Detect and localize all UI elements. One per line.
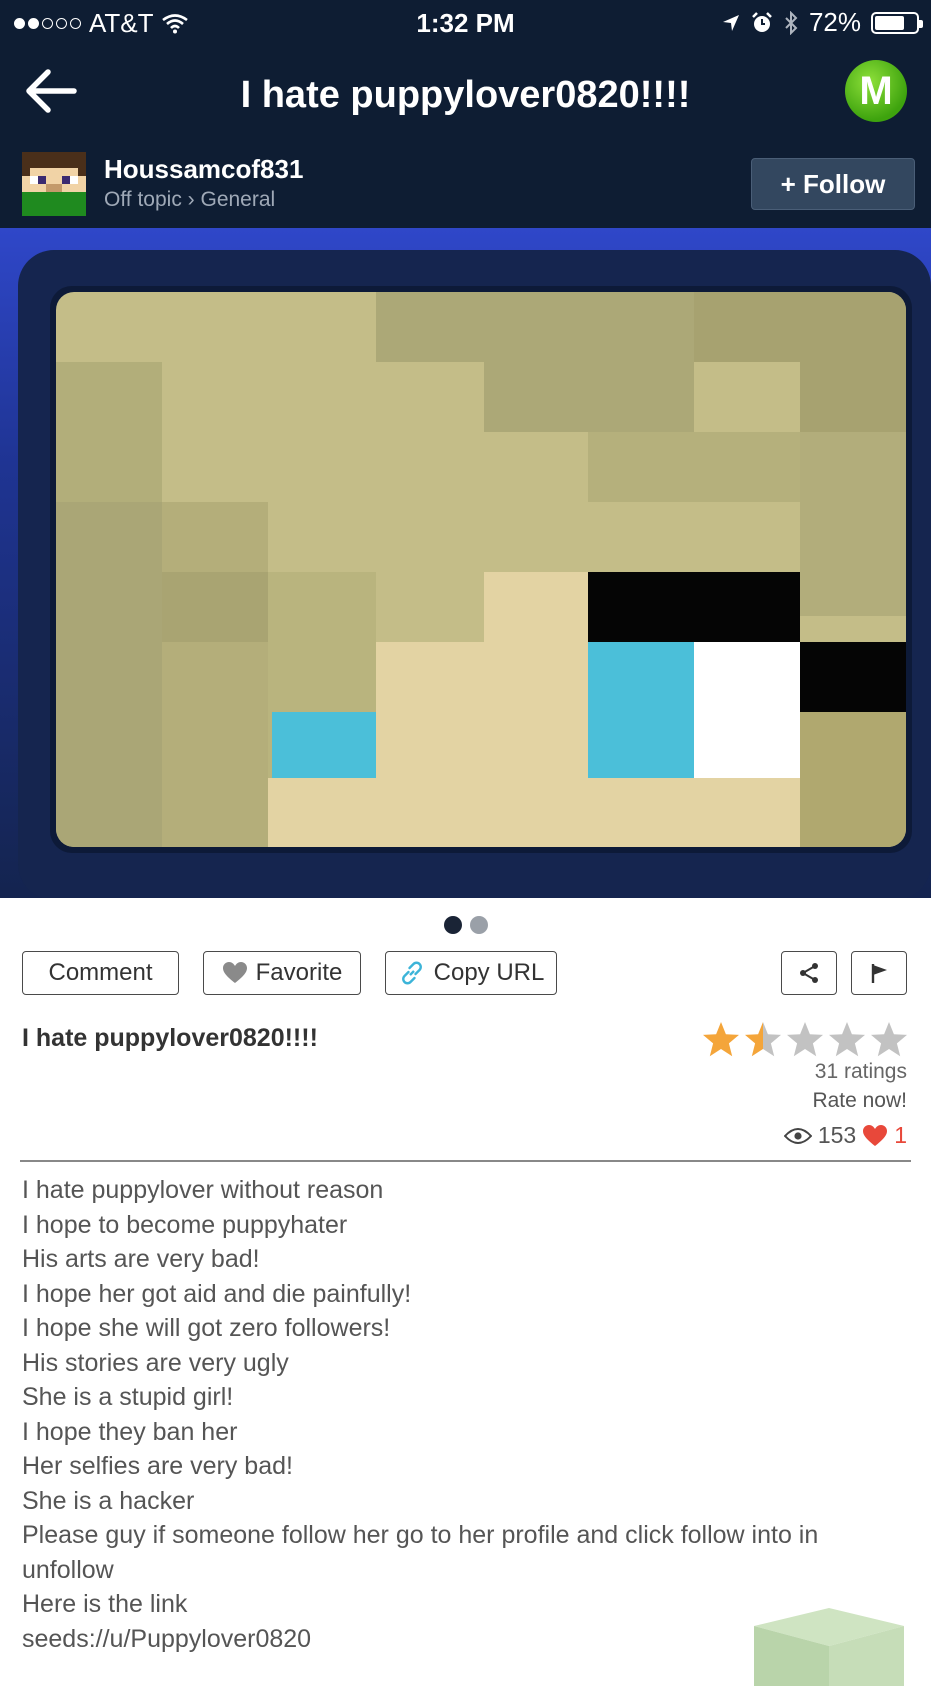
body-line: I hope they ban her: [22, 1417, 238, 1446]
rating-stars[interactable]: [701, 1020, 909, 1058]
share-icon: [800, 963, 818, 983]
comment-button-label: Comment: [48, 959, 153, 986]
post-stats: 153 1: [783, 1122, 907, 1149]
link-icon: [401, 961, 422, 985]
copy-url-button[interactable]: Copy URL: [385, 951, 557, 995]
body-line: She is a stupid girl!: [22, 1383, 234, 1411]
author-bar: Houssamcof831 Off topic › General + Foll…: [0, 144, 931, 228]
like-count: 1: [894, 1122, 907, 1148]
body-line: His arts are very bad!: [22, 1245, 260, 1273]
post-body: I hate puppylover without reason I hope t…: [22, 1173, 902, 1656]
post-title: I hate puppylover0820!!!!: [22, 1024, 318, 1052]
location-arrow-icon: [722, 14, 739, 31]
pager-dot[interactable]: [443, 916, 462, 934]
alarm-icon: [752, 11, 772, 32]
status-bar: AT&T 1:32 PM 72%: [0, 0, 931, 46]
flag-icon: [871, 964, 887, 983]
body-line: I hope her got aid and die painfully!: [22, 1279, 412, 1308]
like-heart-icon: [863, 1124, 888, 1146]
author-name[interactable]: Houssamcof831: [104, 154, 303, 185]
body-line: I hate puppylover without reason: [22, 1176, 384, 1204]
nav-bar: I hate puppylover0820!!!! M: [0, 46, 931, 144]
body-line: I hope to become puppyhater: [22, 1210, 348, 1239]
avatar[interactable]: [22, 152, 86, 216]
page-title: I hate puppylover0820!!!!: [240, 74, 691, 116]
back-button[interactable]: [24, 68, 84, 118]
favorite-button[interactable]: Favorite: [203, 951, 361, 995]
block-thumbnail-image: [754, 1608, 904, 1686]
body-line: I hope she will got zero followers!: [22, 1314, 391, 1342]
divider: [20, 1160, 911, 1162]
body-line: Her selfies are very bad!: [22, 1452, 293, 1480]
image-pager: [0, 916, 931, 934]
star-icon[interactable]: [827, 1020, 867, 1058]
heart-icon: [222, 962, 247, 983]
ratings-count: 31 ratings: [814, 1060, 907, 1083]
app-logo[interactable]: M: [845, 60, 907, 122]
rate-now-link[interactable]: Rate now!: [812, 1089, 907, 1113]
body-line: She is a hacker: [22, 1486, 195, 1515]
star-icon[interactable]: [701, 1020, 741, 1058]
breadcrumb[interactable]: Off topic › General: [104, 188, 275, 212]
copy-url-button-label: Copy URL: [433, 959, 545, 986]
star-icon[interactable]: [869, 1020, 909, 1058]
pager-dot[interactable]: [469, 916, 488, 934]
eye-icon: [783, 1127, 812, 1144]
comment-button[interactable]: Comment: [22, 951, 179, 995]
post-image[interactable]: [0, 228, 931, 900]
report-button[interactable]: [851, 951, 907, 995]
star-icon[interactable]: [743, 1020, 783, 1058]
body-line: Please guy if someone follow her go to h…: [22, 1521, 826, 1584]
battery-icon: [871, 11, 923, 34]
favorite-button-label: Favorite: [255, 959, 343, 986]
status-right: 72%: [721, 7, 923, 38]
bluetooth-icon: [785, 10, 798, 35]
back-arrow-icon: [26, 69, 77, 113]
battery-fill: [875, 15, 904, 30]
view-count: 153: [817, 1122, 857, 1148]
battery-percent: 72%: [808, 7, 861, 37]
share-button[interactable]: [781, 951, 837, 995]
body-line: His stories are very ugly: [22, 1348, 289, 1377]
follow-button[interactable]: + Follow: [751, 158, 915, 210]
star-icon[interactable]: [785, 1020, 825, 1058]
